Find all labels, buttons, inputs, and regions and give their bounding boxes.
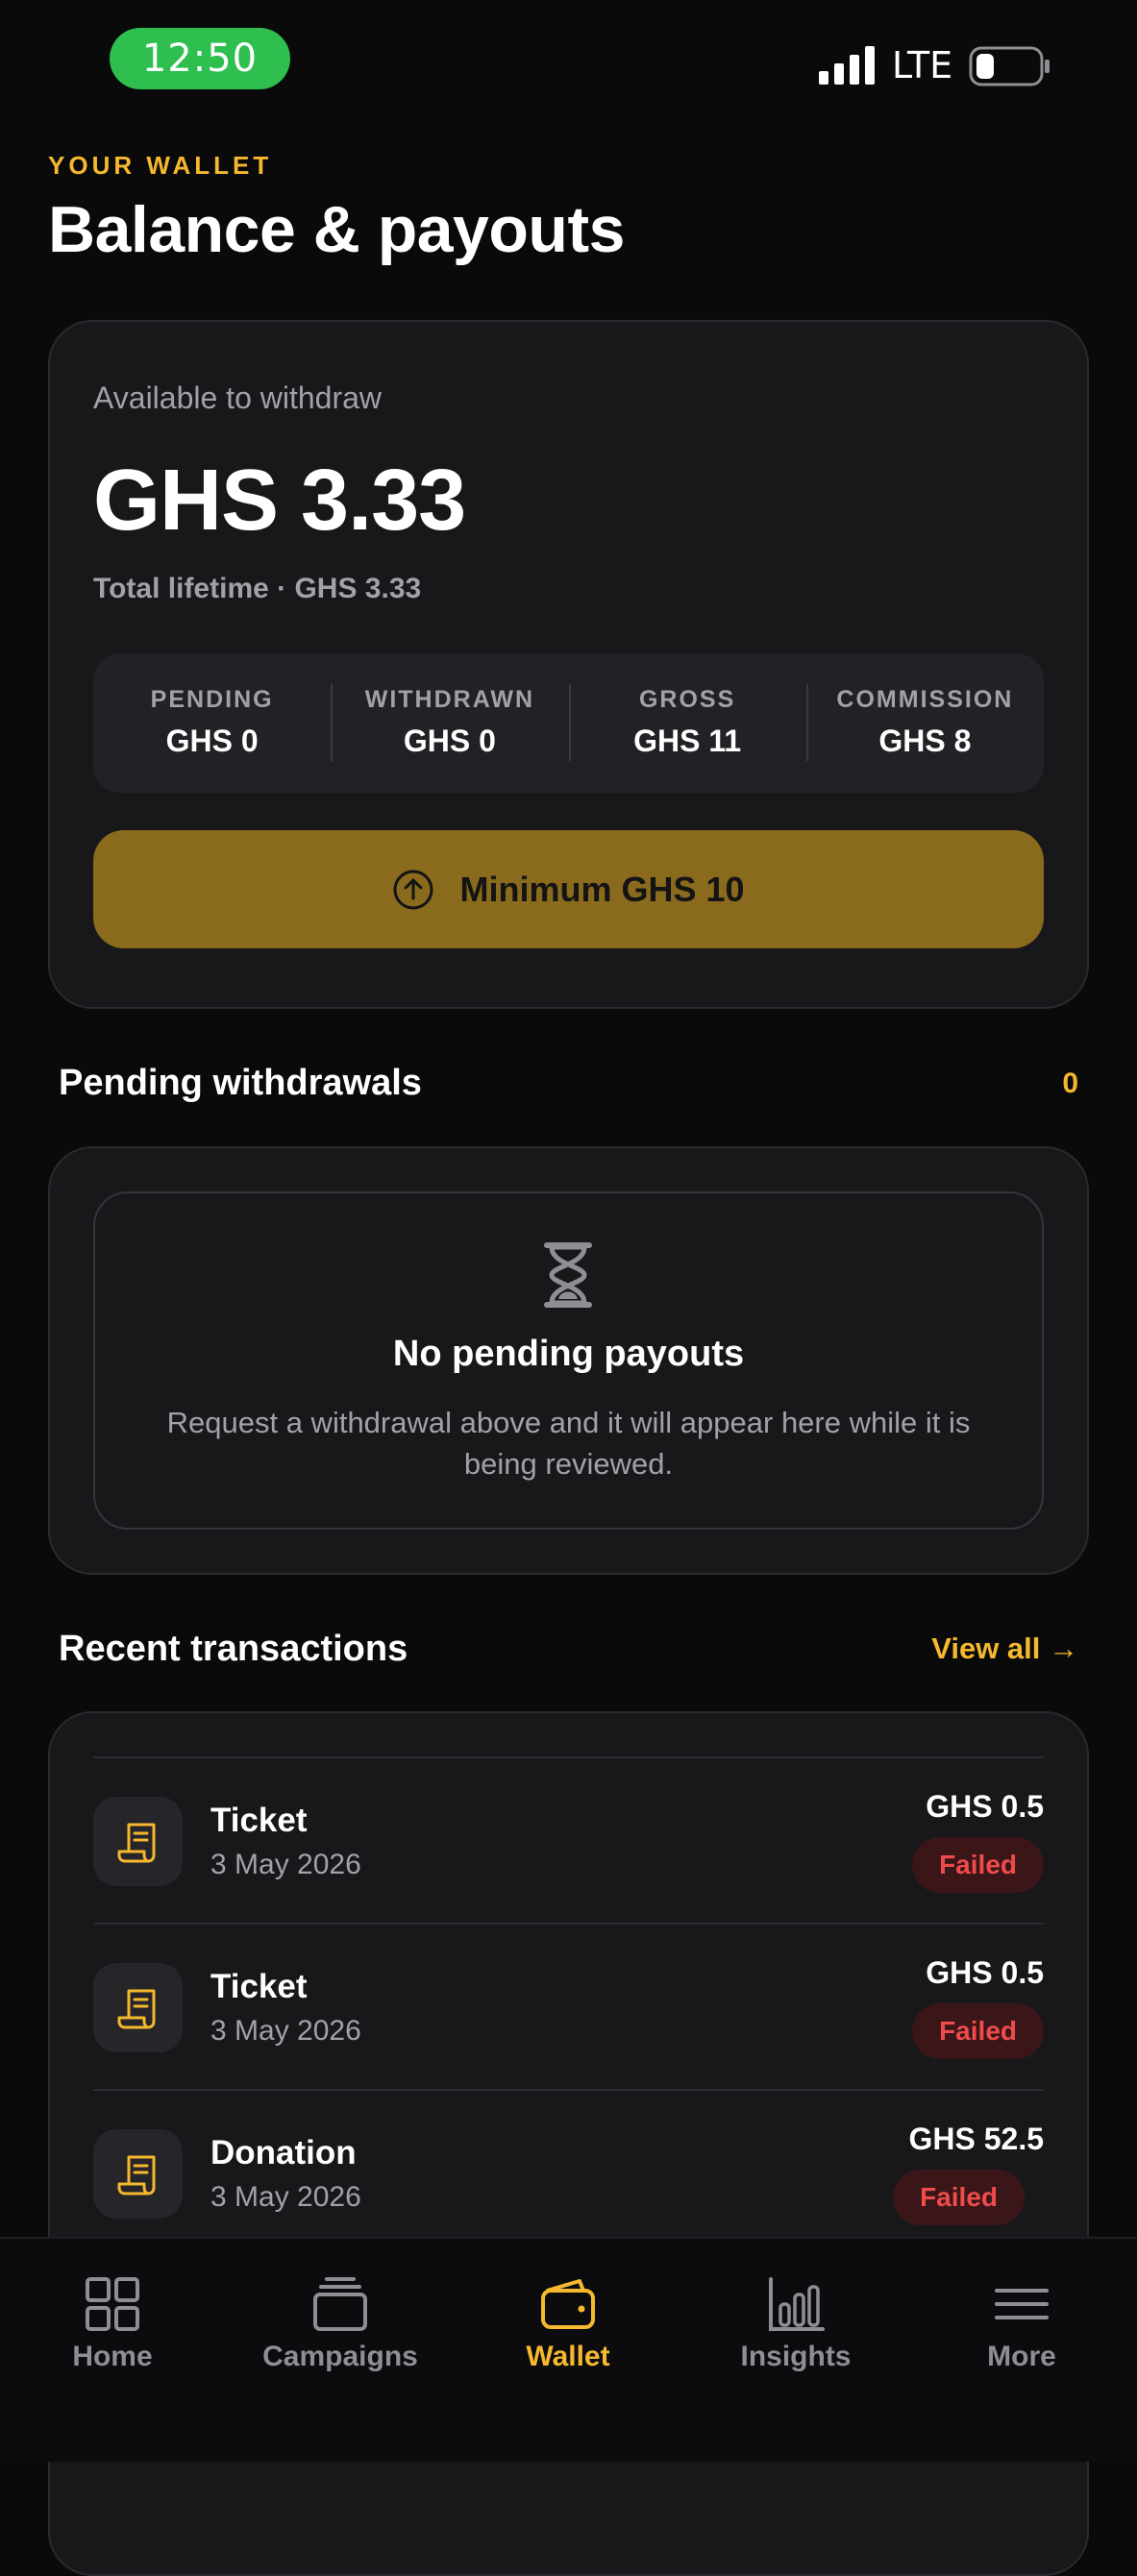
- nav-label: Wallet: [526, 2341, 610, 2372]
- network-label: LTE: [892, 44, 953, 86]
- status-badge: Failed: [893, 2170, 1025, 2225]
- stat-label: WITHDRAWN: [364, 686, 535, 713]
- nav-label: Campaigns: [262, 2341, 418, 2372]
- nav-item-insights[interactable]: Insights: [700, 2275, 892, 2373]
- grid-icon: [86, 2277, 139, 2331]
- status-badge: Failed: [912, 2003, 1044, 2059]
- divider: [93, 2089, 1044, 2091]
- page-eyebrow: YOUR WALLET: [48, 151, 273, 180]
- receipt-icon: [93, 2129, 183, 2219]
- tx-date: 3 May 2026: [210, 2181, 361, 2213]
- tx-name: Ticket: [210, 1802, 308, 1839]
- stack-icon: [313, 2277, 367, 2331]
- nav-item-home[interactable]: Home: [16, 2275, 209, 2373]
- stat-value: GHS 0: [165, 724, 259, 758]
- balance-stats: PENDING GHS 0 WITHDRAWN GHS 0 GROSS GHS …: [93, 653, 1044, 793]
- tx-date: 3 May 2026: [210, 2015, 361, 2047]
- balance-amount: GHS 3.33: [93, 453, 466, 549]
- stat-pending: PENDING GHS 0: [93, 653, 331, 793]
- tx-date: 3 May 2026: [210, 1849, 361, 1880]
- nav-item-wallet[interactable]: Wallet: [472, 2275, 664, 2373]
- empty-title: No pending payouts: [392, 1334, 745, 1374]
- divider: [93, 1756, 1044, 1758]
- stat-withdrawn: WITHDRAWN GHS 0: [331, 653, 568, 793]
- stat-commission: COMMISSION GHS 8: [805, 653, 1044, 793]
- stat-value: GHS 8: [878, 724, 972, 758]
- status-time: 12:50: [110, 28, 290, 89]
- hourglass-icon: [544, 1242, 592, 1308]
- stat-value: GHS 0: [403, 724, 496, 758]
- available-label: Available to withdraw: [93, 380, 383, 415]
- divider: [93, 1923, 1044, 1925]
- signal-icon: [819, 46, 875, 85]
- stat-label: GROSS: [638, 686, 736, 713]
- stat-gross: GROSS GHS 11: [568, 653, 806, 793]
- tx-name: Ticket: [210, 1968, 308, 2005]
- arrow-up-circle-icon: [393, 870, 433, 909]
- lifetime-total: Total lifetime · GHS 3.33: [93, 573, 422, 604]
- pending-section-title: Pending withdrawals: [59, 1063, 422, 1103]
- stat-label: PENDING: [150, 686, 274, 713]
- recent-section-title: Recent transactions: [59, 1629, 408, 1669]
- bar-chart-icon: [769, 2277, 825, 2331]
- stat-value: GHS 11: [633, 724, 742, 758]
- receipt-icon: [93, 1963, 183, 2052]
- nav-label: More: [987, 2341, 1056, 2372]
- receipt-icon: [93, 1797, 183, 1886]
- tx-amount: GHS 0.5: [926, 1955, 1044, 1990]
- wallet-icon: [541, 2279, 595, 2329]
- withdraw-button[interactable]: Minimum GHS 10: [93, 830, 1044, 948]
- nav-label: Insights: [740, 2341, 852, 2372]
- stat-label: COMMISSION: [836, 686, 1014, 713]
- view-all-link[interactable]: View all →: [931, 1631, 1078, 1666]
- tx-name: Donation: [210, 2134, 357, 2171]
- nav-item-campaigns[interactable]: Campaigns: [244, 2275, 436, 2373]
- nav-label: Home: [72, 2341, 153, 2372]
- tx-amount: GHS 0.5: [926, 1789, 1044, 1824]
- empty-description: Request a withdrawal above and it will a…: [166, 1406, 971, 1481]
- withdraw-button-label: Minimum GHS 10: [459, 869, 745, 909]
- battery-icon: [969, 46, 1050, 86]
- pending-count: 0: [1062, 1067, 1078, 1099]
- menu-icon: [995, 2289, 1049, 2319]
- nav-item-more[interactable]: More: [926, 2275, 1118, 2373]
- page-title: Balance & payouts: [48, 193, 625, 266]
- tx-amount: GHS 52.5: [908, 2122, 1044, 2156]
- status-badge: Failed: [912, 1837, 1044, 1893]
